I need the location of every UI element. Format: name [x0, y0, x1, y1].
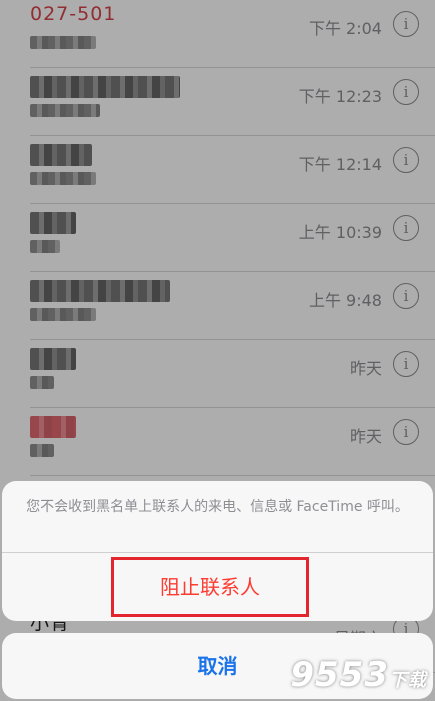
- action-sheet-divider: [2, 552, 433, 553]
- action-sheet-message: 您不会收到黑名单上联系人的来电、信息或 FaceTime 呼叫。: [26, 499, 409, 515]
- block-contact-button[interactable]: 阻止联系人: [111, 557, 309, 617]
- watermark-small: 下载: [389, 670, 427, 691]
- watermark-main: 9553: [290, 655, 389, 695]
- site-watermark-logo: 9553下载: [290, 655, 427, 695]
- block-contact-action-sheet: 您不会收到黑名单上联系人的来电、信息或 FaceTime 呼叫。 阻止联系人: [2, 481, 433, 621]
